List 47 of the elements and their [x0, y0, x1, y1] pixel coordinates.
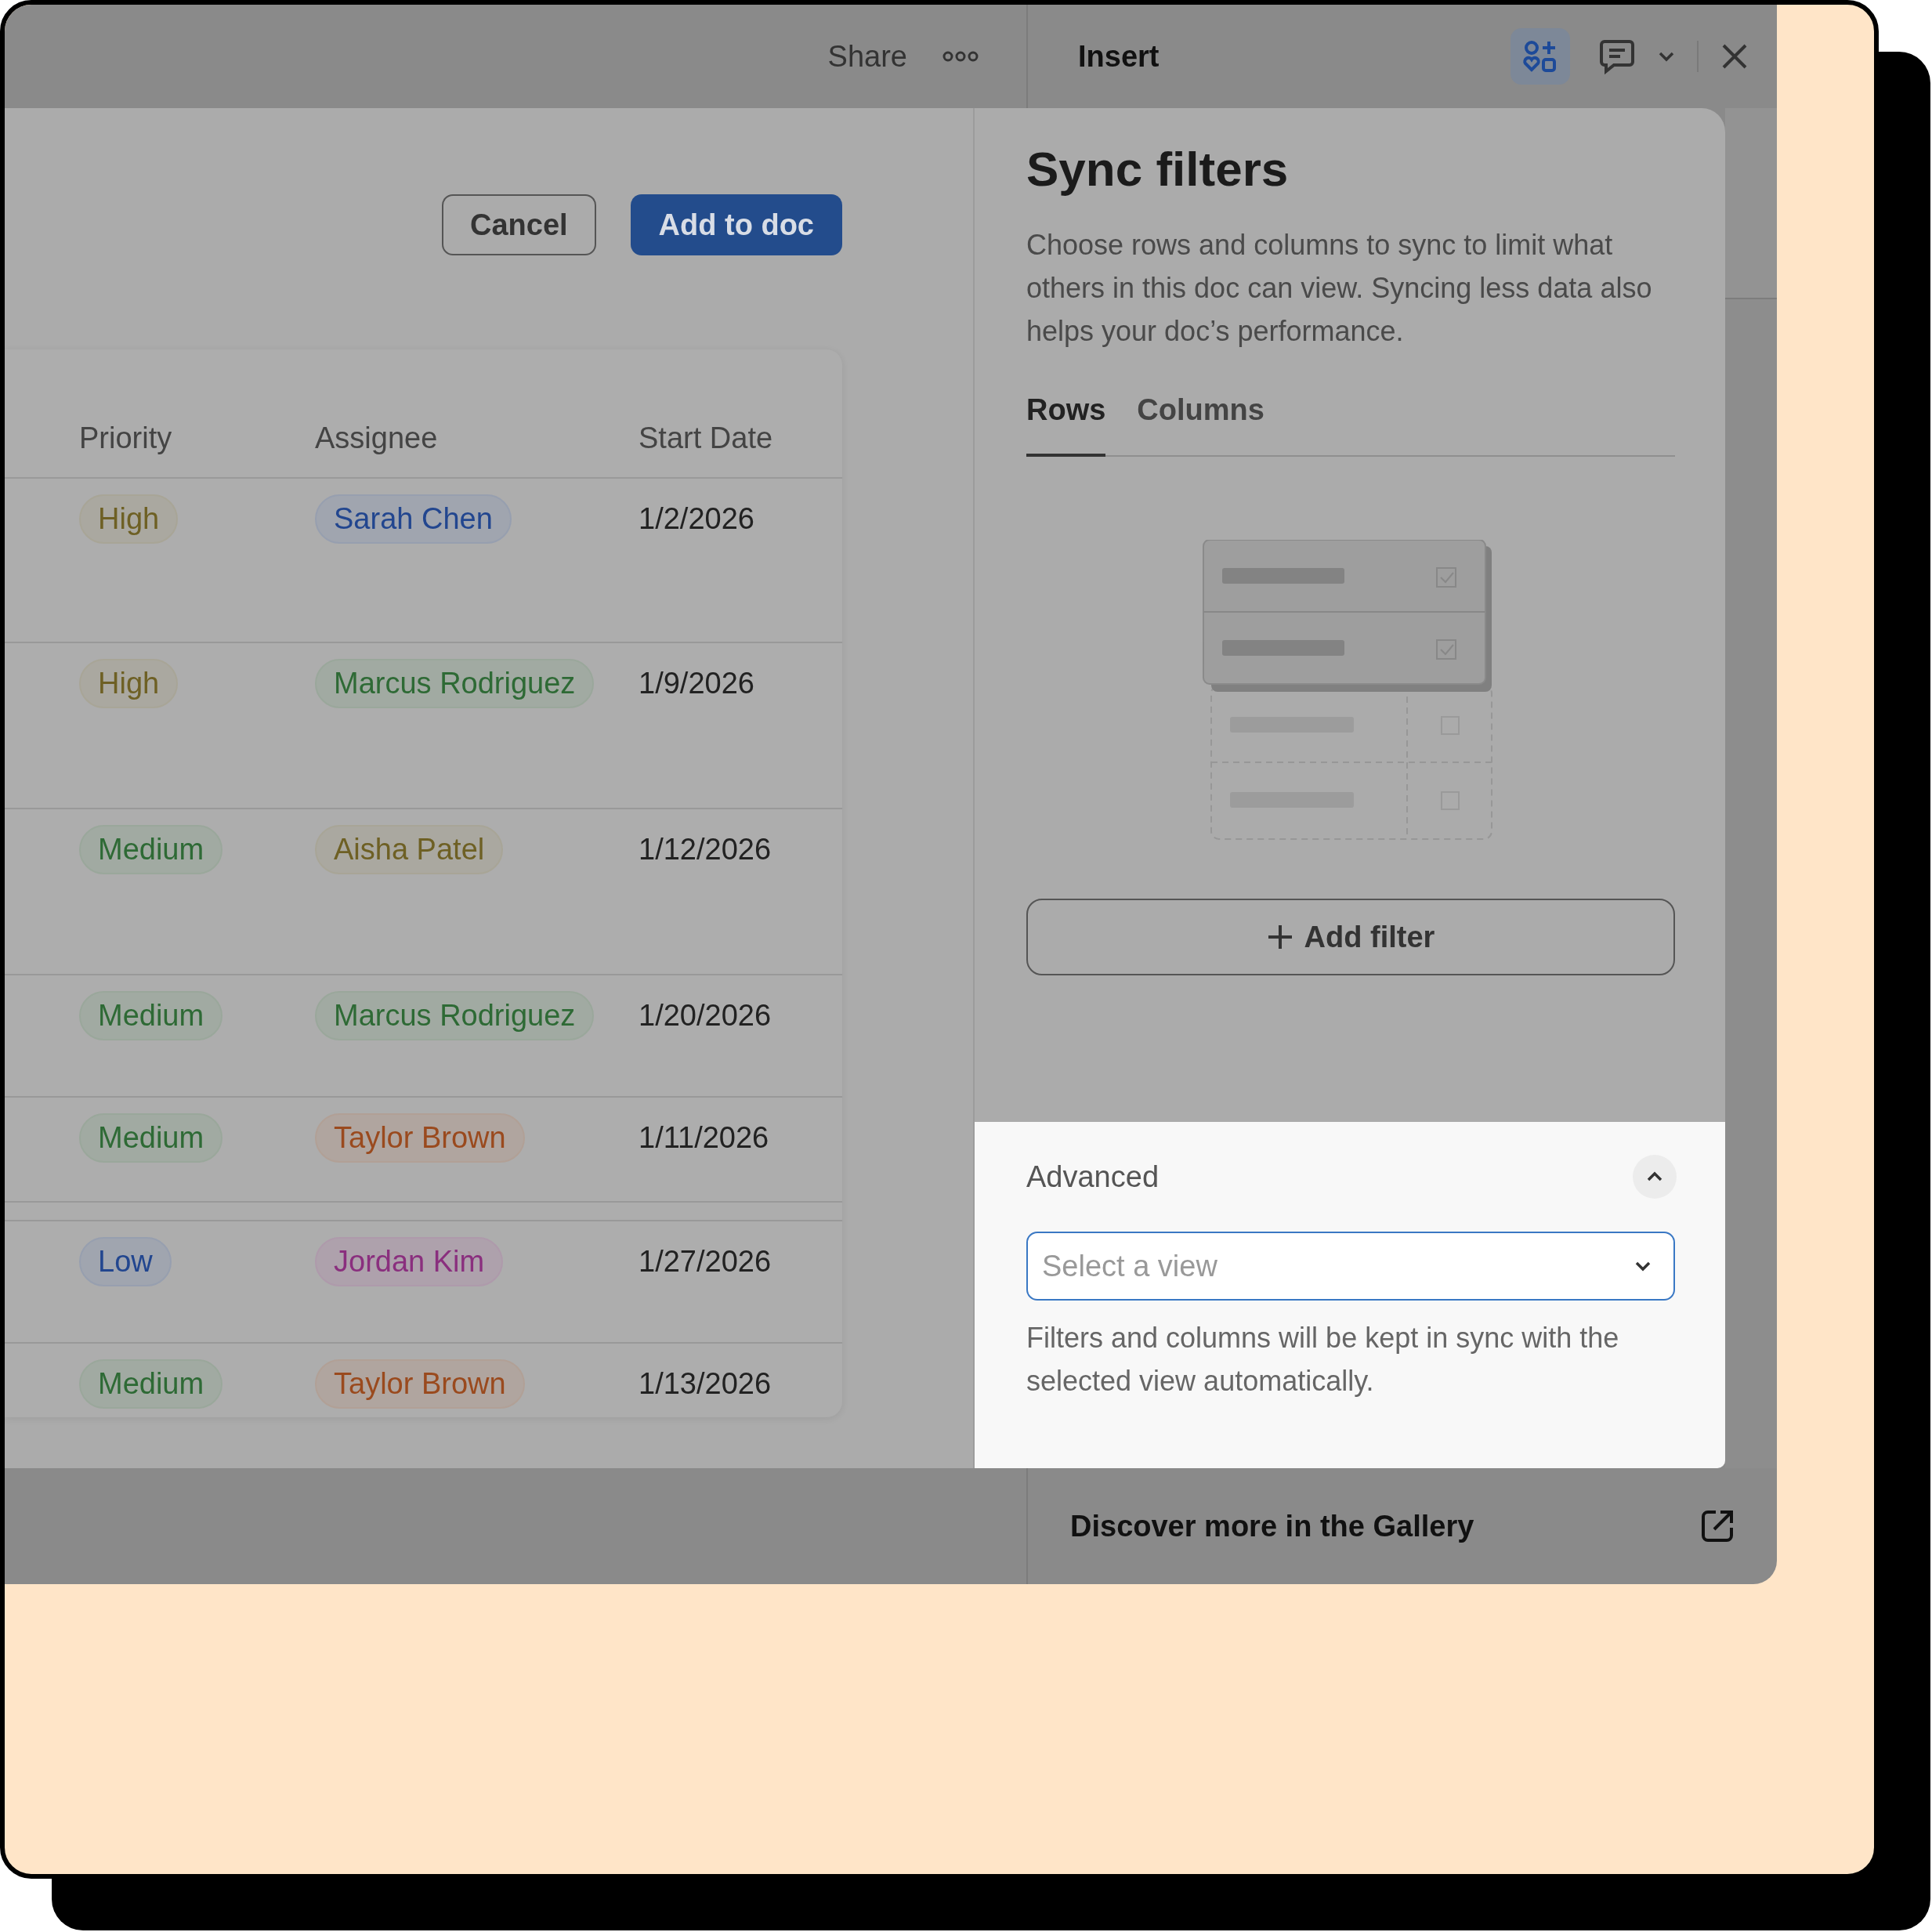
section-title: Advanced: [1026, 1160, 1159, 1194]
priority-tag: High: [79, 659, 179, 708]
tab[interactable]: Rows: [1026, 393, 1106, 457]
column-header: Assignee: [315, 421, 439, 455]
hint-text: Filters and columns will be kept in sync with the selected view automatically.: [1026, 1321, 1620, 1398]
add-to-doc-button[interactable]: Add to doc: [630, 194, 842, 255]
add-filter-button[interactable]: Add filter: [1026, 899, 1675, 975]
priority-tag: Medium: [79, 991, 223, 1040]
assignee-tag: Aisha Patel: [315, 825, 504, 874]
more-icon[interactable]: [942, 50, 979, 63]
description-text: Choose rows and columns to sync to limit what others in this doc can view. Syncing less data also helps your doc’s performance.: [1026, 228, 1653, 349]
share-button[interactable]: Share: [827, 39, 907, 74]
cancel-button[interactable]: Cancel: [441, 194, 596, 255]
table-cell-text: 1/27/2026: [639, 1244, 772, 1279]
table-cell-text: 1/9/2026: [639, 666, 754, 700]
view-select[interactable]: Select a view: [1026, 1232, 1675, 1301]
gallery-link[interactable]: Discover more in the Gallery: [1070, 1509, 1474, 1543]
column-header: Priority: [79, 421, 173, 455]
table-cell-text: 1/12/2026: [639, 832, 772, 867]
column-header: Start Date: [639, 421, 774, 455]
assignee-tag: Marcus Rodriguez: [315, 991, 595, 1040]
table-cell-text: 1/20/2026: [639, 998, 772, 1033]
assignee-tag: Sarah Chen: [315, 494, 512, 544]
priority-tag: Medium: [79, 1359, 223, 1409]
insert-shapes-button[interactable]: [1511, 28, 1570, 85]
assignee-tag: Marcus Rodriguez: [315, 659, 595, 708]
plus-icon: [1266, 924, 1293, 950]
assignee-tag: Taylor Brown: [315, 1359, 525, 1409]
table-cell-text: 1/2/2026: [639, 501, 754, 536]
caret-icon[interactable]: [1658, 51, 1675, 62]
table-cell-text: 1/13/2026: [639, 1366, 772, 1401]
panel-title: Insert: [1078, 39, 1160, 74]
shapes-icon: [1522, 38, 1558, 74]
assignee-tag: Jordan Kim: [315, 1237, 504, 1286]
chevron-icon[interactable]: [1634, 1261, 1652, 1272]
close-icon[interactable]: [1720, 42, 1749, 71]
panel-heading: Sync filters: [1026, 141, 1290, 197]
priority-tag: Medium: [79, 825, 223, 874]
priority-tag: High: [79, 494, 179, 544]
external-link-icon[interactable]: [1700, 1509, 1735, 1543]
priority-tag: Medium: [79, 1113, 223, 1163]
tab[interactable]: Columns: [1137, 393, 1264, 457]
priority-tag: Low: [79, 1237, 172, 1286]
chevron-icon: [1646, 1171, 1663, 1182]
table-cell-text: 1/11/2026: [639, 1120, 769, 1155]
assignee-tag: Taylor Brown: [315, 1113, 525, 1163]
comment-icon[interactable]: [1598, 38, 1636, 74]
